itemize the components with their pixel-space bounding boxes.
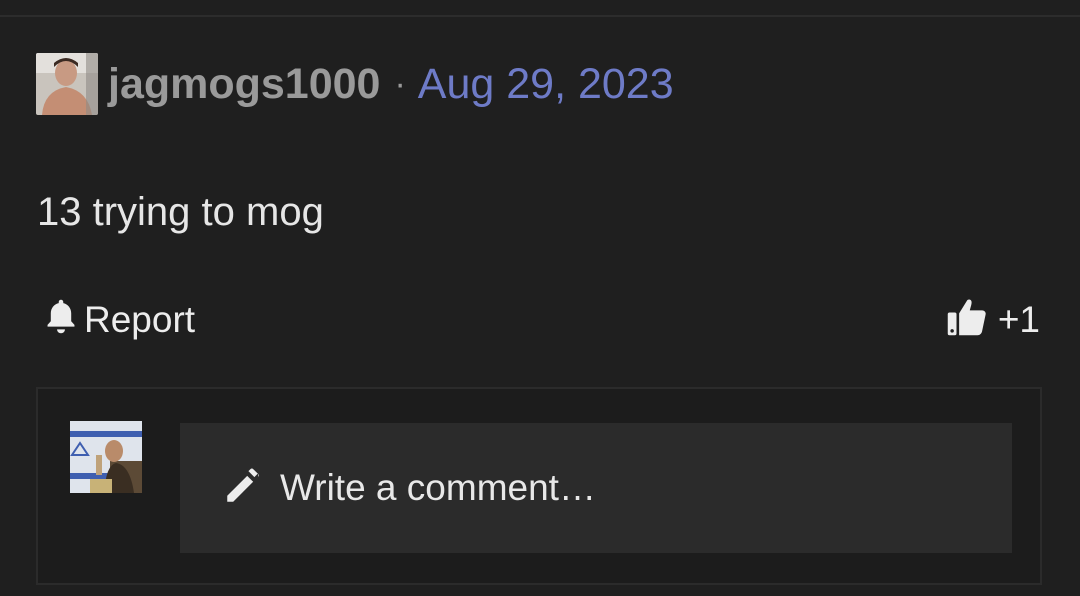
comment-composer: Write a comment… xyxy=(36,387,1042,585)
thumbs-up-icon xyxy=(946,295,998,346)
meta-separator: · xyxy=(394,64,406,103)
post-body-text: 13 trying to mog xyxy=(37,190,324,234)
top-divider xyxy=(0,15,1080,17)
reaction-count: +1 xyxy=(997,299,1040,340)
post-date-link[interactable]: Aug 29, 2023 xyxy=(418,60,674,109)
post-actions: Report +1 xyxy=(44,296,1040,344)
report-label: Report xyxy=(84,299,196,340)
comment-placeholder: Write a comment… xyxy=(280,467,596,508)
current-user-avatar[interactable] xyxy=(70,421,142,493)
bell-icon xyxy=(44,297,84,344)
pencil-icon xyxy=(222,465,280,512)
like-reaction[interactable]: +1 xyxy=(946,295,1040,346)
post-meta: jagmogs1000 · Aug 29, 2023 xyxy=(36,52,674,116)
author-username[interactable]: jagmogs1000 xyxy=(108,60,380,109)
comment-input[interactable]: Write a comment… xyxy=(180,423,1012,553)
report-button[interactable]: Report xyxy=(44,297,195,344)
author-avatar[interactable] xyxy=(36,53,98,115)
